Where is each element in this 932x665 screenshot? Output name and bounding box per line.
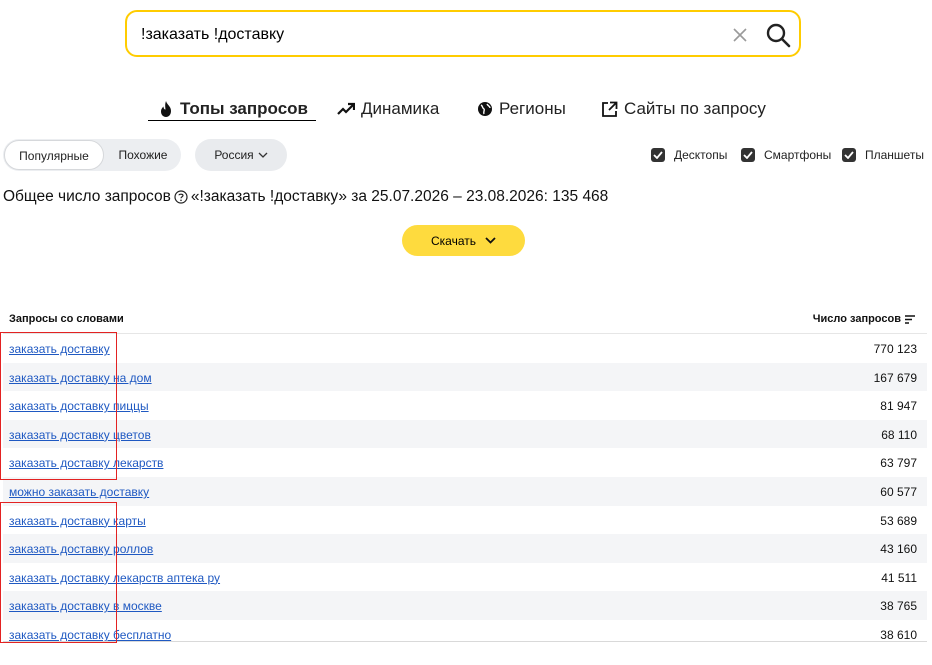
device-desktop[interactable]: Десктопы [651,148,727,162]
queries-table: Запросы со словами Число запросов заказа… [3,305,927,649]
query-count: 53 689 [880,513,917,528]
help-icon[interactable] [174,190,188,204]
table-row: можно заказать доставку 60 577 [3,476,927,506]
query-count: 770 123 [873,342,917,356]
highlight-box [0,332,117,480]
tab-top-queries[interactable]: Топы запросов [158,96,308,122]
checkbox-checked-icon[interactable] [651,148,665,162]
search-icon[interactable] [765,22,791,48]
device-label: Смартфоны [764,148,832,162]
table-row: заказать доставку в москве 38 765 [3,591,927,620]
query-count: 63 797 [880,456,917,471]
table-row: заказать доставку пиццы 81 947 [3,391,927,420]
query-count: 41 511 [881,570,917,585]
device-tablet[interactable]: Планшеты [842,148,924,162]
chevron-down-icon [485,237,496,244]
table-row: заказать доставку лекарств 63 797 [3,448,927,477]
query-count: 38 610 [880,627,917,642]
mode-popular[interactable]: Популярные [4,140,104,170]
table-row: заказать доставку лекарств аптека ру 41 5… [3,563,927,592]
table-body: заказать доставку 770 123 заказать доставк… [3,334,927,649]
close-icon[interactable] [731,26,749,44]
table-bottom-border [3,641,927,642]
highlight-box [0,502,117,643]
region-dropdown[interactable]: Россия [195,139,287,171]
summary-label: Общее число запросов [3,188,171,205]
mode-similar[interactable]: Похожие [105,140,181,170]
query-count: 167 679 [873,370,917,385]
tab-label: Динамика [361,99,440,118]
query-mode-switch: Популярные Похожие [3,139,181,171]
device-smartphone[interactable]: Смартфоны [741,148,831,162]
checkbox-checked-icon[interactable] [842,148,856,162]
external-link-icon [602,101,618,117]
tab-regions[interactable]: Регионы [477,96,566,122]
tab-label: Сайты по запросу [624,99,766,118]
globe-icon [478,102,492,116]
query-link[interactable]: можно заказать доставку [9,485,149,499]
device-label: Планшеты [865,148,924,162]
search-box [125,10,801,57]
table-row: заказать доставку роллов 43 160 [3,534,927,563]
column-header-count[interactable]: Число запросов [813,313,915,325]
device-label: Десктопы [674,148,728,162]
table-row: заказать доставку цветов 68 110 [3,419,927,449]
tab-dynamics[interactable]: Динамика [337,96,439,122]
chevron-down-icon [258,152,268,158]
summary-text: «!заказать !доставку» за 25.07.2026 – 23… [190,188,609,205]
tab-label: Топы запросов [180,99,308,118]
table-row: заказать доставку на дом 167 679 [3,362,927,392]
fire-icon [161,101,171,117]
table-row: заказать доставку бесплатно 38 610 [3,620,927,649]
total-queries-summary: Общее число запросов «!заказать !доставк… [3,188,608,206]
table-row: заказать доставку 770 123 [3,334,927,363]
trend-up-icon [337,102,355,115]
query-count: 43 160 [880,542,917,557]
search-input[interactable] [139,20,703,50]
region-label: Россия [214,148,254,162]
column-header-queries: Запросы со словами [9,313,124,325]
download-label: Скачать [431,233,476,248]
checkbox-checked-icon[interactable] [741,148,755,162]
table-row: заказать доставку карты 53 689 [3,506,927,535]
column-header-count-label: Число запросов [812,313,901,325]
tab-label: Регионы [499,99,566,118]
query-count: 68 110 [881,427,917,442]
table-header: Запросы со словами Число запросов [3,305,927,334]
tab-sites[interactable]: Сайты по запросу [601,96,766,122]
download-button[interactable]: Скачать [402,225,525,256]
query-count: 81 947 [880,399,917,414]
sort-icon[interactable] [905,314,915,324]
query-count: 60 577 [880,484,917,499]
query-count: 38 765 [880,599,917,614]
active-tab-underline [148,120,316,121]
